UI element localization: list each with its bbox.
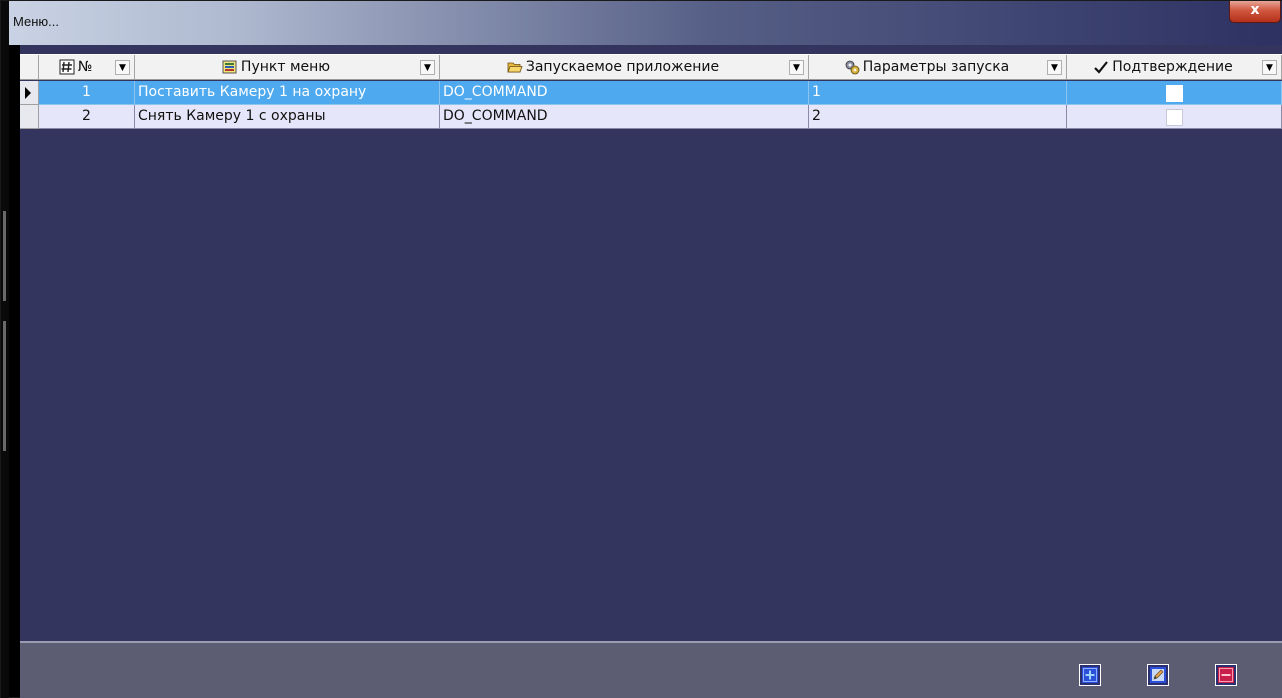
cell-launch-params[interactable]: 1 bbox=[809, 81, 1067, 105]
close-button[interactable]: x bbox=[1229, 1, 1281, 23]
column-label: Параметры запуска bbox=[862, 59, 1010, 75]
header-indicator bbox=[20, 55, 39, 79]
cell-launch-params[interactable]: 2 bbox=[809, 105, 1067, 129]
row-indicator bbox=[20, 105, 39, 129]
add-button[interactable] bbox=[1079, 664, 1101, 686]
chevron-down-icon[interactable]: ▼ bbox=[789, 60, 804, 75]
current-row-arrow-icon bbox=[25, 87, 31, 99]
chevron-down-icon[interactable]: ▼ bbox=[1047, 60, 1062, 75]
column-label: Подтверждение bbox=[1112, 59, 1233, 75]
column-header-application[interactable]: Запускаемое приложение ▼ bbox=[440, 55, 809, 79]
checkmark-icon bbox=[1094, 61, 1109, 74]
edit-icon bbox=[1150, 667, 1166, 683]
column-header-number[interactable]: № ▼ bbox=[39, 55, 135, 79]
column-label: Пункт меню bbox=[240, 59, 331, 75]
cell-confirmation bbox=[1067, 105, 1282, 129]
column-label: № bbox=[77, 59, 93, 75]
menu-item-icon bbox=[222, 60, 237, 74]
chevron-down-icon[interactable]: ▼ bbox=[1262, 60, 1277, 75]
folder-open-icon bbox=[507, 62, 523, 73]
cell-menu-item[interactable]: Снять Камеру 1 с охраны bbox=[135, 105, 440, 129]
menu-window: Меню... x № ▼ Пункт меню ▼ Запускаемое п… bbox=[0, 0, 1282, 698]
table-row[interactable]: 2 Снять Камеру 1 с охраны DO_COMMAND 2 bbox=[20, 105, 1282, 129]
delete-icon bbox=[1218, 667, 1234, 683]
row-indicator bbox=[20, 81, 39, 105]
column-header-launch-params[interactable]: Параметры запуска ▼ bbox=[809, 55, 1067, 79]
grid-header: № ▼ Пункт меню ▼ Запускаемое приложение … bbox=[20, 54, 1282, 80]
chevron-down-icon[interactable]: ▼ bbox=[115, 60, 130, 75]
column-label: Запускаемое приложение bbox=[525, 59, 720, 75]
confirmation-checkbox[interactable] bbox=[1165, 84, 1183, 102]
cell-number[interactable]: 2 bbox=[39, 105, 135, 129]
title-bar[interactable]: Меню... x bbox=[9, 1, 1282, 45]
edge-mark bbox=[3, 321, 6, 451]
cell-application[interactable]: DO_COMMAND bbox=[440, 105, 809, 129]
add-icon bbox=[1082, 667, 1098, 683]
column-header-menu-item[interactable]: Пункт меню ▼ bbox=[135, 55, 440, 79]
confirmation-checkbox[interactable] bbox=[1165, 108, 1183, 126]
cell-number[interactable]: 1 bbox=[39, 81, 135, 105]
chevron-down-icon[interactable]: ▼ bbox=[420, 60, 435, 75]
client-area: № ▼ Пункт меню ▼ Запускаемое приложение … bbox=[20, 45, 1282, 698]
hash-icon bbox=[59, 59, 75, 75]
cell-application[interactable]: DO_COMMAND bbox=[440, 81, 809, 105]
column-header-confirmation[interactable]: Подтверждение ▼ bbox=[1067, 55, 1282, 79]
table-row[interactable]: 1 Поставить Камеру 1 на охрану DO_COMMAN… bbox=[20, 81, 1282, 105]
edge-mark bbox=[3, 211, 6, 301]
window-left-edge bbox=[1, 1, 9, 698]
gears-icon bbox=[845, 60, 860, 75]
edit-button[interactable] bbox=[1147, 664, 1169, 686]
cell-menu-item[interactable]: Поставить Камеру 1 на охрану bbox=[135, 81, 440, 105]
bottom-toolbar bbox=[20, 641, 1282, 698]
cell-confirmation bbox=[1067, 81, 1282, 105]
delete-button[interactable] bbox=[1215, 664, 1237, 686]
window-title: Меню... bbox=[13, 14, 59, 29]
grid-rows: 1 Поставить Камеру 1 на охрану DO_COMMAN… bbox=[20, 81, 1282, 129]
